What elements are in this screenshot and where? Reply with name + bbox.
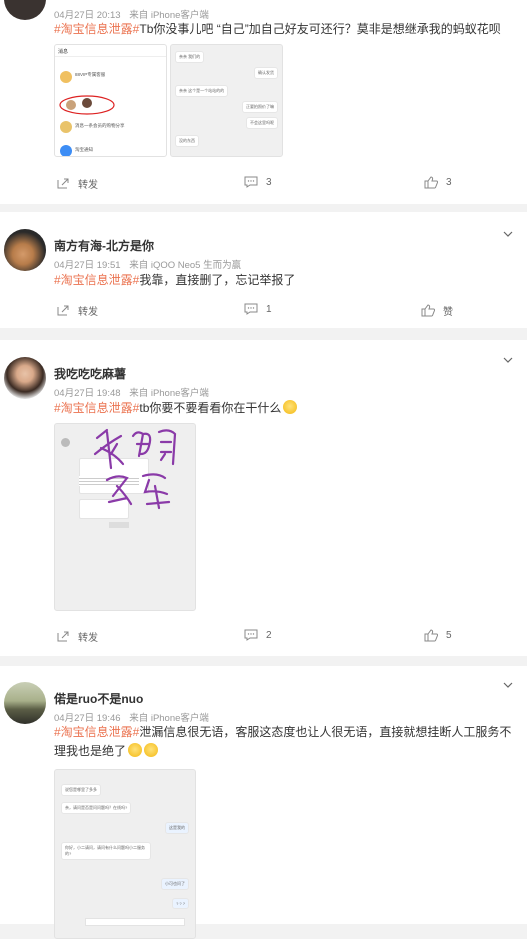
repost-button[interactable]: 转发 (56, 303, 98, 318)
like-label: 赞 (443, 307, 453, 318)
like-count: 3 (446, 177, 452, 188)
hashtag-link[interactable]: #淘宝信息泄露# (54, 22, 139, 36)
thumb-avatar (60, 121, 72, 133)
post-text: tb你要不要看看你在干什么 (139, 401, 282, 415)
post-text: Tb你没事儿吧 “自己”加自己好友可还行？莫非是想继承我的蚂蚁花呗 (139, 22, 501, 36)
post-meta: 04月27日 19:46 来自 iPhone客户端 (54, 710, 209, 724)
timestamp-divider (109, 522, 129, 528)
comment-button[interactable]: 2 (244, 629, 272, 641)
post-content: #淘宝信息泄露#Tb你没事儿吧 “自己”加自己好友可还行？莫非是想继承我的蚂蚁花… (54, 20, 507, 39)
chat-bubble: 没的东西 (175, 135, 199, 147)
comment-count: 3 (266, 176, 272, 188)
chat-bubble: 不会这里吗呢 (246, 117, 278, 129)
post-date: 04月27日 19:51 (54, 260, 121, 271)
repost-button[interactable]: 转发 (56, 629, 98, 644)
repost-icon (57, 631, 69, 641)
comment-button[interactable]: 3 (244, 176, 272, 188)
thumb-item: 淘宝通知 (75, 147, 93, 152)
post-source: 来自 iPhone客户端 (129, 388, 209, 399)
post-text: 我靠，直接删了，忘记举报了 (139, 273, 296, 287)
comment-icon (244, 629, 258, 641)
chat-bubble: 你好，小二请问，请问有什么问题吗小二服务的? (61, 842, 151, 860)
repost-label: 转发 (78, 307, 98, 318)
action-bar: 转发 1 赞 (0, 303, 527, 323)
repost-button[interactable]: 转发 (56, 176, 98, 191)
post-meta: 04月27日 19:48 来自 iPhone客户端 (54, 385, 209, 399)
like-button[interactable]: 赞 (421, 303, 453, 318)
chat-bubble: 亲，请问是否是问问题吗？在线吗? (61, 802, 132, 814)
post-image[interactable]: 说您是哪里了多多 亲，请问是否是问问题吗？在线吗? 这是我的 你好，小二请问，请… (54, 769, 196, 939)
chat-bubble: 正要拍照价了嘛 (242, 101, 278, 113)
like-button[interactable]: 5 (424, 629, 452, 642)
username[interactable]: 偌是ruo不是nuo (54, 690, 143, 707)
skeptical-emoji-icon (144, 743, 159, 757)
thumbs-up-icon (424, 629, 438, 642)
action-bar: 转发 2 5 (0, 629, 527, 649)
smile-emoji-icon (283, 400, 298, 414)
repost-icon (57, 305, 69, 315)
chat-bubble: 说您是哪里了多多 (61, 784, 101, 796)
avatar[interactable] (4, 682, 46, 724)
post-source: 来自 iQOO Neo5 生而为赢 (129, 260, 242, 271)
chevron-down-icon[interactable] (503, 680, 513, 690)
avatar[interactable] (4, 0, 46, 20)
repost-icon (57, 178, 69, 188)
thumb-item: 88VIP专属客服 (75, 72, 106, 77)
red-circle-annotation (59, 95, 115, 115)
post-date: 04月27日 19:48 (54, 388, 121, 399)
handwritten-annotation (93, 428, 177, 510)
thumb-avatar (60, 145, 72, 156)
chevron-down-icon[interactable] (503, 355, 513, 365)
like-button[interactable]: 3 (424, 176, 452, 189)
repost-label: 转发 (78, 180, 98, 191)
post-card: 我吃吃吃麻薯 04月27日 19:48 来自 iPhone客户端 #淘宝信息泄露… (0, 340, 527, 656)
comment-count: 2 (266, 629, 272, 641)
thumb-header: 消息 (55, 45, 166, 57)
chat-bubble: 确认发货 (254, 67, 278, 79)
hashtag-link[interactable]: #淘宝信息泄露# (54, 273, 139, 287)
thumbs-up-icon (421, 304, 435, 317)
post-meta: 04月27日 19:51 来自 iQOO Neo5 生而为赢 (54, 257, 241, 271)
post-image[interactable]: 消息 88VIP专属客服 消息一条会员的购物分享 淘宝通知 (54, 44, 167, 157)
thumb-item: 消息一条会员的购物分享 (75, 123, 125, 128)
action-bar: 转发 3 3 (0, 176, 527, 196)
username[interactable]: 南方有海-北方是你 (54, 237, 154, 254)
chat-bubble: 亲亲 这个是一个站站的的 (175, 85, 229, 97)
comment-icon (244, 303, 258, 315)
post-content: #淘宝信息泄露#tb你要不要看看你在干什么 (54, 399, 507, 418)
thumb-avatar (61, 438, 70, 447)
hashtag-link[interactable]: #淘宝信息泄露# (54, 401, 139, 415)
avatar[interactable] (4, 357, 46, 399)
repost-label: 转发 (78, 633, 98, 644)
post-content: #淘宝信息泄露#我靠，直接删了，忘记举报了 (54, 271, 507, 290)
grimace-emoji-icon (128, 743, 143, 757)
post-image[interactable]: 亲亲 我们的 确认发货 亲亲 这个是一个站站的的 正要拍照价了嘛 不会这里吗呢 … (170, 44, 283, 157)
post-card: 偌是ruo不是nuo 04月27日 19:46 来自 iPhone客户端 #淘宝… (0, 666, 527, 939)
chevron-down-icon[interactable] (503, 229, 513, 239)
username[interactable]: 我吃吃吃麻薯 (54, 365, 126, 382)
chat-bubble (85, 918, 185, 926)
post-card: 南方有海-北方是你 04月27日 19:51 来自 iQOO Neo5 生而为赢… (0, 212, 527, 328)
chat-bubble: 小可也问了 (161, 878, 189, 890)
post-card: 04月27日 20:13 来自 iPhone客户端 #淘宝信息泄露#Tb你没事儿… (0, 0, 527, 204)
comment-icon (244, 176, 258, 188)
chat-bubble: 这是我的 (165, 822, 189, 834)
like-count: 5 (446, 630, 452, 641)
post-content: #淘宝信息泄露#泄漏信息很无语，客服这态度也让人很无语，直接就想挂断人工服务不理… (54, 723, 515, 761)
comment-button[interactable]: 1 (244, 303, 272, 315)
post-meta: 04月27日 20:13 来自 iPhone客户端 (54, 7, 209, 21)
thumb-avatar (60, 71, 72, 83)
hashtag-link[interactable]: #淘宝信息泄露# (54, 725, 139, 739)
post-image[interactable] (54, 423, 196, 611)
chat-bubble: 亲亲 我们的 (175, 51, 205, 63)
comment-count: 1 (266, 303, 272, 315)
chat-bubble: ? ? ? (172, 898, 189, 909)
thumbs-up-icon (424, 176, 438, 189)
avatar[interactable] (4, 229, 46, 271)
